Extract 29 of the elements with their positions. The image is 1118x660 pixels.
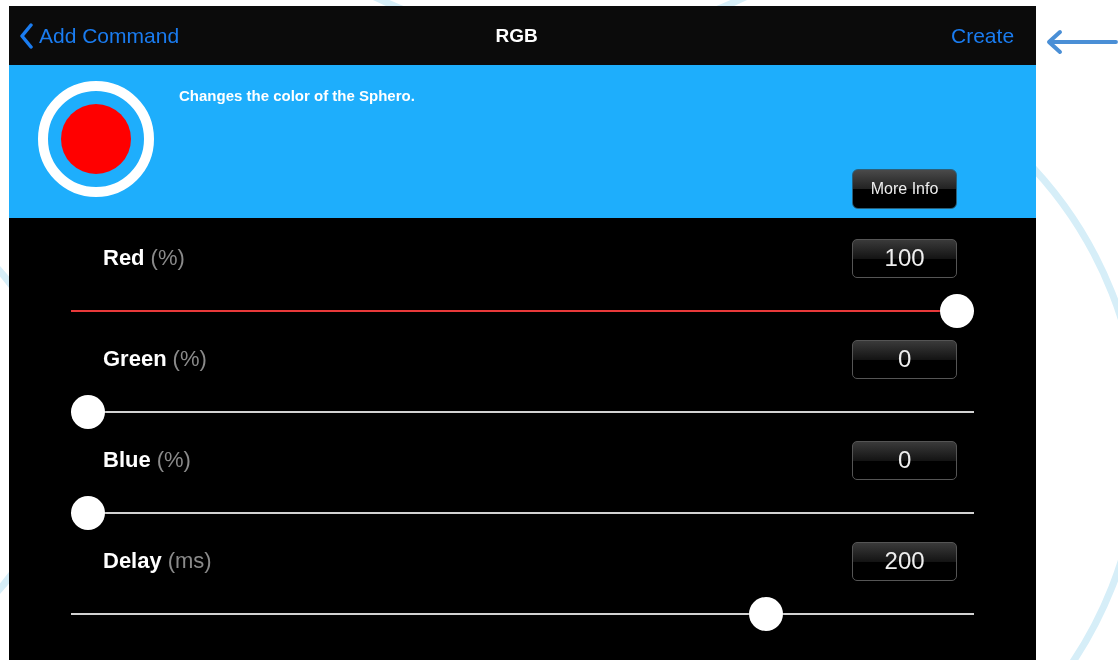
slider-track[interactable] (71, 395, 975, 429)
description-text: Changes the color of the Sphero. (179, 87, 416, 106)
back-label: Add Command (39, 23, 180, 48)
create-button[interactable]: Create (951, 23, 1015, 48)
unit-label: (%) (156, 447, 192, 473)
value-field[interactable]: 100 (852, 238, 958, 278)
slider-thumb[interactable] (71, 395, 105, 429)
arrow-left-icon (1044, 28, 1118, 56)
unit-label: (%) (172, 346, 208, 372)
slider-label: Blue (103, 447, 151, 473)
more-info-button[interactable]: More Info (852, 169, 958, 209)
slider-label: Delay (103, 548, 162, 574)
slider-label: Green (103, 346, 167, 372)
unit-label: (ms) (167, 548, 213, 574)
slider-thumb[interactable] (940, 294, 975, 328)
value-field[interactable]: 200 (852, 541, 958, 581)
slider-track[interactable] (71, 496, 975, 530)
back-button[interactable]: Add Command (19, 22, 180, 49)
screen-title: RGB (495, 24, 538, 47)
unit-label: (%) (150, 245, 186, 271)
sphero-ball-icon (37, 80, 155, 198)
value-field[interactable]: 0 (852, 440, 958, 480)
slider-thumb[interactable] (748, 597, 783, 631)
slider-label: Red (103, 245, 145, 271)
chevron-left-icon (19, 22, 33, 49)
slider-track[interactable] (71, 597, 975, 631)
slider-track[interactable] (71, 294, 975, 328)
value-field[interactable]: 0 (852, 339, 958, 379)
slider-thumb[interactable] (71, 496, 105, 530)
